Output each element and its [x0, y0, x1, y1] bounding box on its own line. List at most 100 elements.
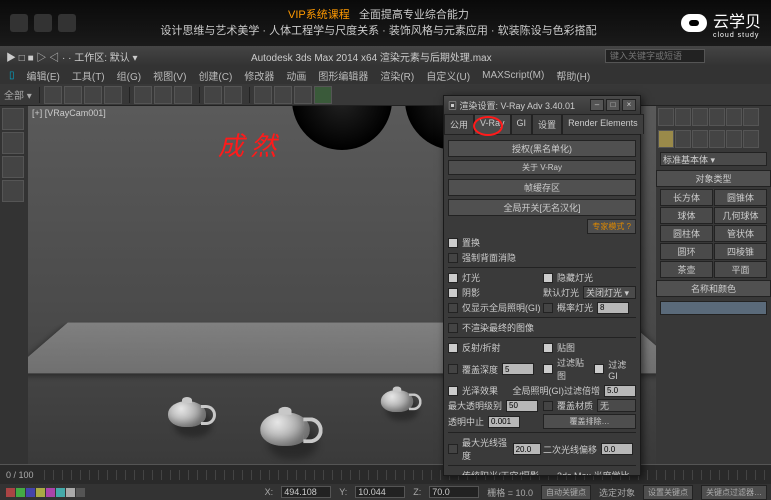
tab-render-elements[interactable]: Render Elements: [562, 114, 644, 134]
light-cat-icon[interactable]: [692, 130, 708, 148]
spacewarp-cat-icon[interactable]: [743, 130, 759, 148]
menu-edit[interactable]: 编辑(E): [22, 66, 65, 85]
obj-plane-button[interactable]: 平面: [714, 261, 767, 278]
ltool-icon[interactable]: [2, 156, 24, 178]
transp-cutoff-spinner[interactable]: 0.001: [488, 416, 520, 428]
rotate-tool-icon[interactable]: [84, 86, 102, 104]
frame-buffer-rollout[interactable]: 帧缓存区: [448, 179, 636, 196]
filter-gi-checkbox[interactable]: [594, 364, 604, 374]
minimize-icon[interactable]: –: [590, 99, 604, 111]
menu-render[interactable]: 渲染(R): [375, 66, 419, 85]
modify-tab-icon[interactable]: [675, 108, 691, 126]
depth-spinner[interactable]: 5: [502, 363, 534, 375]
menu-maxscript[interactable]: MAXScript(M): [477, 68, 549, 83]
color-swatches[interactable]: [4, 486, 87, 499]
menu-create[interactable]: 创建(C): [193, 66, 237, 85]
expert-mode-button[interactable]: 专家模式 ?: [587, 219, 636, 234]
help-search-input[interactable]: [605, 49, 705, 63]
render-frame-icon[interactable]: [294, 86, 312, 104]
global-switches-rollout[interactable]: 全局开关[无名汉化]: [448, 199, 636, 216]
prob-lights-spinner[interactable]: 8: [597, 302, 629, 314]
display-tab-icon[interactable]: [726, 108, 742, 126]
shadows-checkbox[interactable]: [448, 288, 458, 298]
viewport-label[interactable]: [+] [VRayCam001]: [32, 108, 106, 118]
menu-modifier[interactable]: 修改器: [239, 66, 279, 85]
obj-box-button[interactable]: 长方体: [660, 189, 713, 206]
about-rollout[interactable]: 授权(黑名单化): [448, 140, 636, 157]
app-menu-icon[interactable]: ▯: [4, 68, 20, 83]
maximize-icon[interactable]: □: [606, 99, 620, 111]
align-tool-icon[interactable]: [224, 86, 242, 104]
obj-sphere-button[interactable]: 球体: [660, 207, 713, 224]
gi-filter-mult-spinner[interactable]: 5.0: [604, 385, 636, 397]
menu-custom[interactable]: 自定义(U): [421, 66, 475, 85]
obj-cylinder-button[interactable]: 圆柱体: [660, 225, 713, 242]
timeline[interactable]: 0 / 100: [0, 464, 771, 484]
main-menubar[interactable]: ▯ 编辑(E) 工具(T) 组(G) 视图(V) 创建(C) 修改器 动画 图形…: [0, 66, 771, 84]
object-name-input[interactable]: [660, 301, 767, 315]
menu-group[interactable]: 组(G): [112, 66, 146, 85]
obj-tube-button[interactable]: 管状体: [714, 225, 767, 242]
snap-angle-icon[interactable]: [154, 86, 172, 104]
override-mtl-slot[interactable]: 无: [597, 399, 636, 412]
override-exclude-button[interactable]: 覆盖排除…: [543, 414, 636, 429]
displacement-checkbox[interactable]: [448, 238, 458, 248]
object-type-rollout[interactable]: 对象类型: [656, 170, 771, 187]
override-depth-checkbox[interactable]: [448, 364, 458, 374]
about-vray-button[interactable]: 关于 V-Ray: [448, 160, 636, 175]
name-color-rollout[interactable]: 名称和颜色: [656, 280, 771, 297]
close-icon[interactable]: ×: [622, 99, 636, 111]
motion-tab-icon[interactable]: [709, 108, 725, 126]
obj-pyramid-button[interactable]: 四棱锥: [714, 243, 767, 260]
snap-tool-icon[interactable]: [134, 86, 152, 104]
create-tab-icon[interactable]: [658, 108, 674, 126]
ltool-icon[interactable]: [2, 108, 24, 130]
max-ray-checkbox[interactable]: [448, 444, 458, 454]
timeline-track[interactable]: [44, 470, 767, 480]
prob-lights-checkbox[interactable]: [543, 303, 553, 313]
utilities-tab-icon[interactable]: [743, 108, 759, 126]
snap-percent-icon[interactable]: [174, 86, 192, 104]
hidden-lights-checkbox[interactable]: [543, 273, 553, 283]
menu-animation[interactable]: 动画: [281, 66, 311, 85]
mirror-tool-icon[interactable]: [204, 86, 222, 104]
menu-help[interactable]: 帮助(H): [551, 66, 595, 85]
render-setup-icon[interactable]: [274, 86, 292, 104]
camera-cat-icon[interactable]: [709, 130, 725, 148]
dialog-titlebar[interactable]: ▣ 渲染设置: V-Ray Adv 3.40.01 – □ ×: [444, 96, 640, 114]
reflect-checkbox[interactable]: [448, 343, 458, 353]
ltool-icon[interactable]: [2, 180, 24, 202]
scale-tool-icon[interactable]: [104, 86, 122, 104]
render-icon[interactable]: [314, 86, 332, 104]
autokey-button[interactable]: 自动关键点: [541, 485, 591, 500]
helper-cat-icon[interactable]: [726, 130, 742, 148]
obj-cone-button[interactable]: 圆锥体: [714, 189, 767, 206]
show-gi-checkbox[interactable]: [448, 303, 458, 313]
filter-maps-checkbox[interactable]: [543, 364, 553, 374]
tab-settings[interactable]: 设置: [532, 114, 562, 134]
obj-geosphere-button[interactable]: 几何球体: [714, 207, 767, 224]
qat[interactable]: ▶ □ ■ ▷ ◁ · · 工作区: 默认 ▾: [6, 49, 138, 64]
override-mtl-checkbox[interactable]: [543, 401, 553, 411]
obj-torus-button[interactable]: 圆环: [660, 243, 713, 260]
y-coord-input[interactable]: [355, 486, 405, 498]
category-dropdown[interactable]: 标准基本体 ▾: [660, 152, 767, 166]
menu-view[interactable]: 视图(V): [148, 66, 191, 85]
max-ray-spinner[interactable]: 20.0: [513, 443, 541, 455]
force-backface-checkbox[interactable]: [448, 253, 458, 263]
default-lights-dropdown[interactable]: 关闭灯光 ▾: [583, 286, 636, 299]
menu-graph[interactable]: 图形编辑器: [313, 66, 373, 85]
setkey-button[interactable]: 设置关键点: [643, 485, 693, 500]
render-settings-dialog[interactable]: ▣ 渲染设置: V-Ray Adv 3.40.01 – □ × 公用 V-Ray…: [443, 95, 641, 476]
shape-cat-icon[interactable]: [675, 130, 691, 148]
menu-tools[interactable]: 工具(T): [67, 66, 110, 85]
keyfilter-button[interactable]: 关键点过滤器…: [701, 485, 767, 500]
hierarchy-tab-icon[interactable]: [692, 108, 708, 126]
secondary-bias-spinner[interactable]: 0.0: [601, 443, 633, 455]
max-transp-spinner[interactable]: 50: [506, 400, 538, 412]
ltool-icon[interactable]: [2, 132, 24, 154]
tab-gi[interactable]: GI: [511, 114, 533, 134]
maps-checkbox[interactable]: [543, 343, 553, 353]
move-tool-icon[interactable]: [64, 86, 82, 104]
lights-checkbox[interactable]: [448, 273, 458, 283]
